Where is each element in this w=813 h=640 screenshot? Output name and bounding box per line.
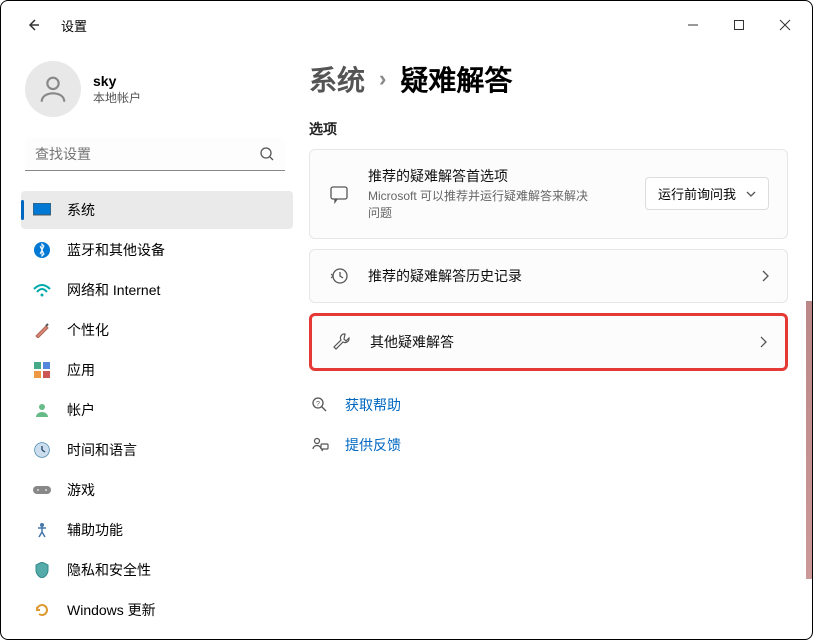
accessibility-icon xyxy=(33,521,51,539)
nav-item-apps[interactable]: 应用 xyxy=(21,351,293,389)
recommended-dropdown[interactable]: 运行前询问我 xyxy=(645,177,769,210)
chevron-down-icon xyxy=(746,191,756,197)
nav-list: 系统 蓝牙和其他设备 网络和 Internet 个性化 应用 帐户 xyxy=(21,191,293,629)
accounts-icon xyxy=(33,401,51,419)
nav-label: 帐户 xyxy=(67,400,95,420)
window-title: 设置 xyxy=(61,16,87,35)
nav-label: 隐私和安全性 xyxy=(67,560,151,580)
card-history[interactable]: 推荐的疑难解答历史记录 xyxy=(309,249,788,303)
personalize-icon xyxy=(33,321,51,339)
breadcrumb: 系统 › 疑难解答 xyxy=(309,59,788,99)
privacy-icon xyxy=(33,561,51,579)
feedback-icon xyxy=(311,436,331,454)
card-subtitle: Microsoft 可以推荐并运行疑难解答来解决问题 xyxy=(368,188,588,222)
help-link[interactable]: 获取帮助 xyxy=(345,395,401,415)
nav-item-system[interactable]: 系统 xyxy=(21,191,293,229)
dropdown-value: 运行前询问我 xyxy=(658,184,736,203)
card-title: 其他疑难解答 xyxy=(370,332,741,352)
history-icon xyxy=(328,266,350,286)
user-profile[interactable]: sky 本地帐户 xyxy=(21,57,293,133)
card-title: 推荐的疑难解答首选项 xyxy=(368,166,627,186)
card-title: 推荐的疑难解答历史记录 xyxy=(368,266,743,286)
help-icon: ? xyxy=(311,396,331,414)
nav-label: 应用 xyxy=(67,360,95,380)
search-box[interactable] xyxy=(25,137,285,171)
back-arrow-icon xyxy=(25,17,41,33)
user-subtitle: 本地帐户 xyxy=(93,89,141,106)
feedback-link-row: 提供反馈 xyxy=(309,429,788,461)
network-icon xyxy=(33,281,51,299)
nav-label: 辅助功能 xyxy=(67,520,123,540)
apps-icon xyxy=(33,361,51,379)
person-icon xyxy=(36,72,70,106)
section-label: 选项 xyxy=(309,119,788,139)
nav-label: 游戏 xyxy=(67,480,95,500)
gaming-icon xyxy=(33,481,51,499)
nav-item-privacy[interactable]: 隐私和安全性 xyxy=(21,551,293,589)
close-button[interactable] xyxy=(762,9,808,41)
nav-label: 蓝牙和其他设备 xyxy=(67,240,165,260)
help-link-row: ? 获取帮助 xyxy=(309,389,788,421)
nav-item-accounts[interactable]: 帐户 xyxy=(21,391,293,429)
nav-label: 时间和语言 xyxy=(67,440,137,460)
nav-item-time[interactable]: 时间和语言 xyxy=(21,431,293,469)
wrench-icon xyxy=(330,332,352,352)
chevron-right-icon xyxy=(759,336,767,348)
nav-item-network[interactable]: 网络和 Internet xyxy=(21,271,293,309)
breadcrumb-current: 疑难解答 xyxy=(400,59,512,99)
minimize-button[interactable] xyxy=(670,9,716,41)
nav-item-accessibility[interactable]: 辅助功能 xyxy=(21,511,293,549)
maximize-button[interactable] xyxy=(716,9,762,41)
nav-label: 网络和 Internet xyxy=(67,280,160,300)
maximize-icon xyxy=(733,19,745,31)
update-icon xyxy=(33,601,51,619)
search-icon xyxy=(259,146,275,162)
feedback-link[interactable]: 提供反馈 xyxy=(345,435,401,455)
nav-item-bluetooth[interactable]: 蓝牙和其他设备 xyxy=(21,231,293,269)
card-other-troubleshooters[interactable]: 其他疑难解答 xyxy=(309,313,788,371)
svg-text:?: ? xyxy=(316,401,320,408)
card-recommended-preferences[interactable]: 推荐的疑难解答首选项 Microsoft 可以推荐并运行疑难解答来解决问题 运行… xyxy=(309,149,788,239)
breadcrumb-parent[interactable]: 系统 xyxy=(309,59,365,99)
chevron-right-icon: › xyxy=(379,66,386,92)
nav-item-update[interactable]: Windows 更新 xyxy=(21,591,293,629)
system-icon xyxy=(33,201,51,219)
nav-label: 个性化 xyxy=(67,320,109,340)
close-icon xyxy=(779,19,791,31)
user-name: sky xyxy=(93,73,141,89)
search-input[interactable] xyxy=(35,146,259,162)
window-edge-decoration xyxy=(806,301,812,579)
nav-label: 系统 xyxy=(67,200,95,220)
nav-item-gaming[interactable]: 游戏 xyxy=(21,471,293,509)
minimize-icon xyxy=(687,19,699,31)
time-icon xyxy=(33,441,51,459)
chevron-right-icon xyxy=(761,270,769,282)
bluetooth-icon xyxy=(33,241,51,259)
nav-label: Windows 更新 xyxy=(67,600,156,620)
nav-item-personalize[interactable]: 个性化 xyxy=(21,311,293,349)
avatar xyxy=(25,61,81,117)
chat-icon xyxy=(328,184,350,204)
back-button[interactable] xyxy=(13,5,53,45)
